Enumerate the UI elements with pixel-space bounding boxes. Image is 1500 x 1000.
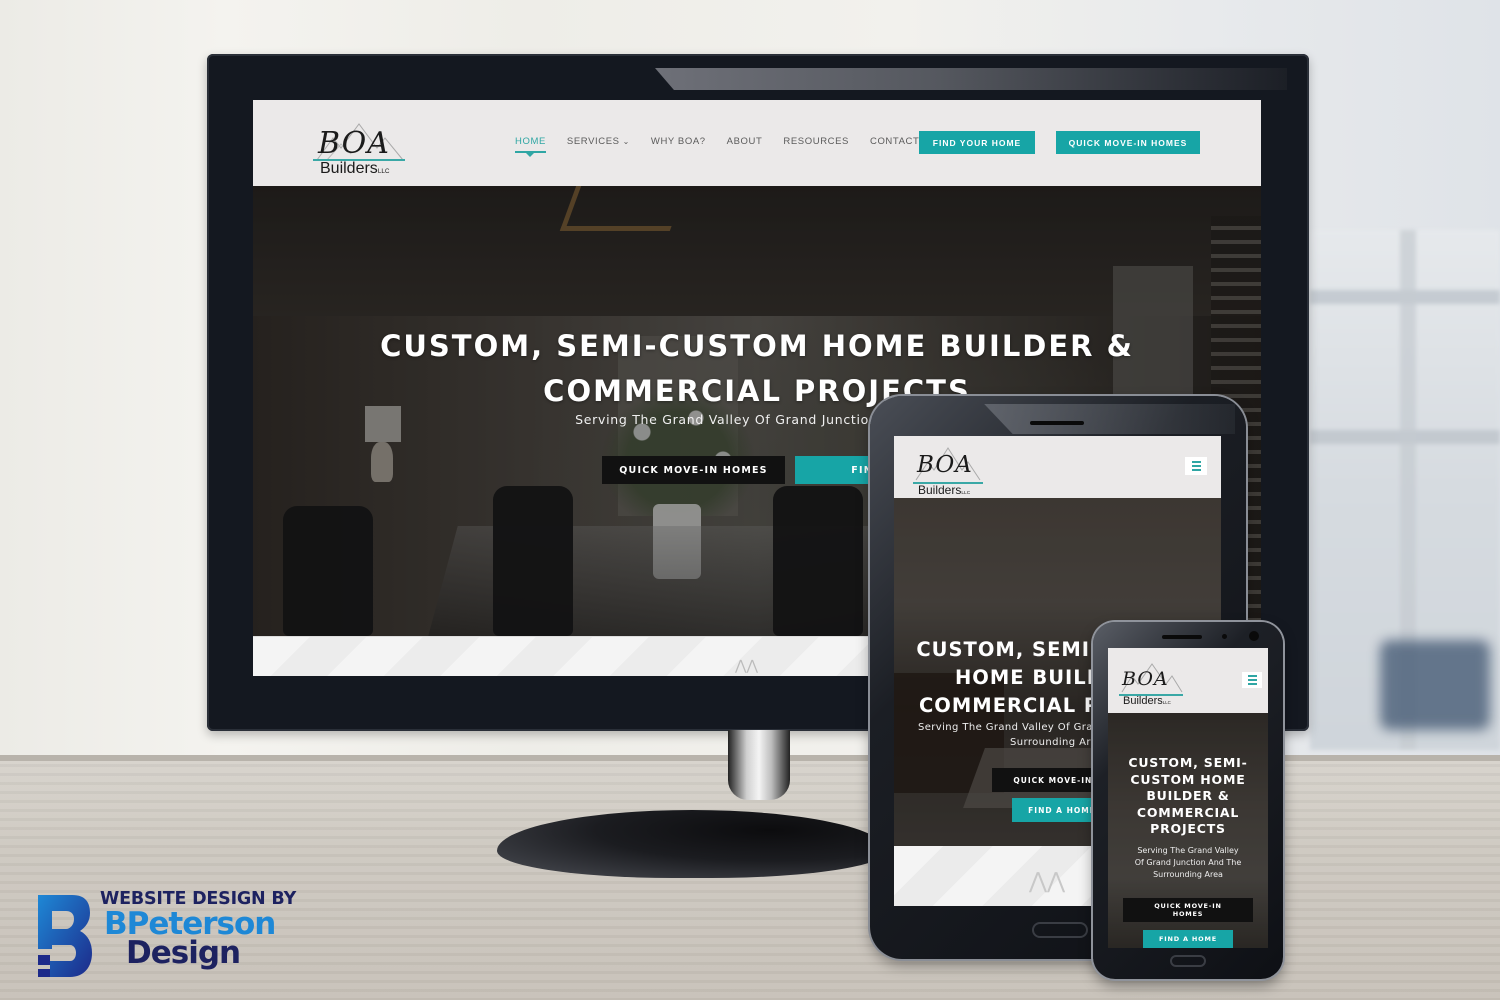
quick-move-in-homes-nav-button[interactable]: QUICK MOVE-IN HOMES bbox=[1056, 131, 1200, 154]
hero-subtitle-line: Surrounding Area bbox=[1153, 870, 1223, 879]
phone-hero-subtitle: Serving The Grand Valley Of Grand Juncti… bbox=[1116, 845, 1260, 881]
chevron-down-icon: ⌄ bbox=[622, 137, 630, 146]
hero-title-line: CUSTOM, SEMI- bbox=[1128, 755, 1248, 770]
phone-home-button bbox=[1170, 955, 1206, 967]
nav-why-boa[interactable]: WHY BOA? bbox=[651, 136, 706, 147]
find-your-home-button[interactable]: FIND YOUR HOME bbox=[919, 131, 1035, 154]
credit-design-word: Design bbox=[126, 935, 241, 971]
mountain-watermark-icon: ⋀⋀ bbox=[735, 657, 758, 673]
hamburger-menu-icon[interactable] bbox=[1185, 457, 1207, 475]
find-a-home-button[interactable]: FIND A HOME bbox=[1143, 930, 1233, 948]
logo-builders-word: Builders bbox=[918, 483, 962, 497]
boa-builders-logo[interactable]: BOA BuildersLLC bbox=[1118, 662, 1186, 707]
logo-builders-text: BuildersLLC bbox=[918, 483, 970, 497]
logo-boa-text: BOA bbox=[318, 126, 390, 161]
tablet-home-button bbox=[1032, 922, 1088, 938]
hero-title-line: CUSTOM, SEMI-CUSTOM HOME BUILDER & bbox=[380, 329, 1134, 363]
monitor-glare bbox=[655, 68, 1287, 90]
tablet-site-header: BOA BuildersLLC bbox=[894, 436, 1221, 498]
nav-home[interactable]: HOME bbox=[515, 136, 546, 157]
hero-title-line: PROJECTS bbox=[1150, 821, 1226, 836]
logo-llc: LLC bbox=[961, 491, 971, 496]
nav-services-label: SERVICES bbox=[566, 136, 620, 147]
nav-about[interactable]: ABOUT bbox=[727, 136, 763, 147]
background-chair bbox=[1380, 640, 1490, 730]
logo-boa-text: BOA bbox=[917, 452, 973, 478]
hero-title-line: CUSTOM HOME bbox=[1130, 771, 1246, 787]
hamburger-menu-icon[interactable] bbox=[1242, 672, 1262, 688]
phone-hero-section: CUSTOM, SEMI- CUSTOM HOME BUILDER & COMM… bbox=[1108, 713, 1268, 948]
phone-hero-title: CUSTOM, SEMI- CUSTOM HOME BUILDER & COMM… bbox=[1108, 755, 1268, 838]
site-header: BOA BuildersLLC HOME SERVICES ⌄ WHY BOA? … bbox=[253, 100, 1261, 186]
phone-site-header: BOA BuildersLLC bbox=[1108, 648, 1268, 713]
phone-website-screen: BOA BuildersLLC CUSTOM, SEMI- CUSTOM HOM… bbox=[1108, 648, 1268, 948]
logo-llc: LLC bbox=[1162, 700, 1171, 705]
boa-builders-logo[interactable]: BOA BuildersLLC bbox=[311, 122, 407, 178]
nav-contact[interactable]: CONTACT bbox=[870, 136, 919, 147]
tablet-speaker bbox=[1030, 421, 1084, 425]
hero-title-line: COMMERCIAL bbox=[1136, 804, 1240, 820]
designer-credit: WEBSITE DESIGN BY BPeterson Design bbox=[36, 888, 336, 988]
logo-builders-text: BuildersLLC bbox=[320, 160, 390, 178]
hero-subtitle-line: Serving The Grand Valley bbox=[1137, 846, 1239, 855]
logo-builders-word: Builders bbox=[1123, 695, 1163, 707]
phone-speaker bbox=[1162, 635, 1202, 639]
logo-boa-text: BOA bbox=[1122, 668, 1169, 690]
phone-camera bbox=[1249, 631, 1259, 641]
bpeterson-b-logo-icon bbox=[38, 895, 92, 977]
phone-sensor bbox=[1222, 634, 1227, 639]
nav-resources[interactable]: RESOURCES bbox=[783, 136, 849, 147]
logo-builders-text: BuildersLLC bbox=[1123, 695, 1171, 707]
logo-builders-word: Builders bbox=[320, 160, 378, 177]
button-label-line: HOMES bbox=[1172, 910, 1204, 918]
hero-subtitle-line: Of Grand Junction And The bbox=[1134, 858, 1242, 867]
nav-services[interactable]: SERVICES ⌄ bbox=[567, 136, 630, 147]
quick-move-in-homes-button[interactable]: QUICK MOVE-IN HOMES bbox=[602, 456, 785, 484]
hero-title-line: BUILDER & bbox=[1146, 788, 1230, 803]
boa-builders-logo[interactable]: BOA BuildersLLC bbox=[912, 446, 984, 497]
monitor-stand-neck bbox=[728, 730, 790, 800]
logo-llc: LLC bbox=[377, 168, 390, 175]
button-label-line: QUICK MOVE-IN bbox=[1154, 902, 1222, 910]
main-nav: HOME SERVICES ⌄ WHY BOA? ABOUT RESOURCES … bbox=[515, 136, 940, 157]
mountain-watermark-icon: ⋀⋀ bbox=[1029, 868, 1066, 893]
quick-move-in-homes-button[interactable]: QUICK MOVE-IN HOMES bbox=[1123, 898, 1253, 922]
